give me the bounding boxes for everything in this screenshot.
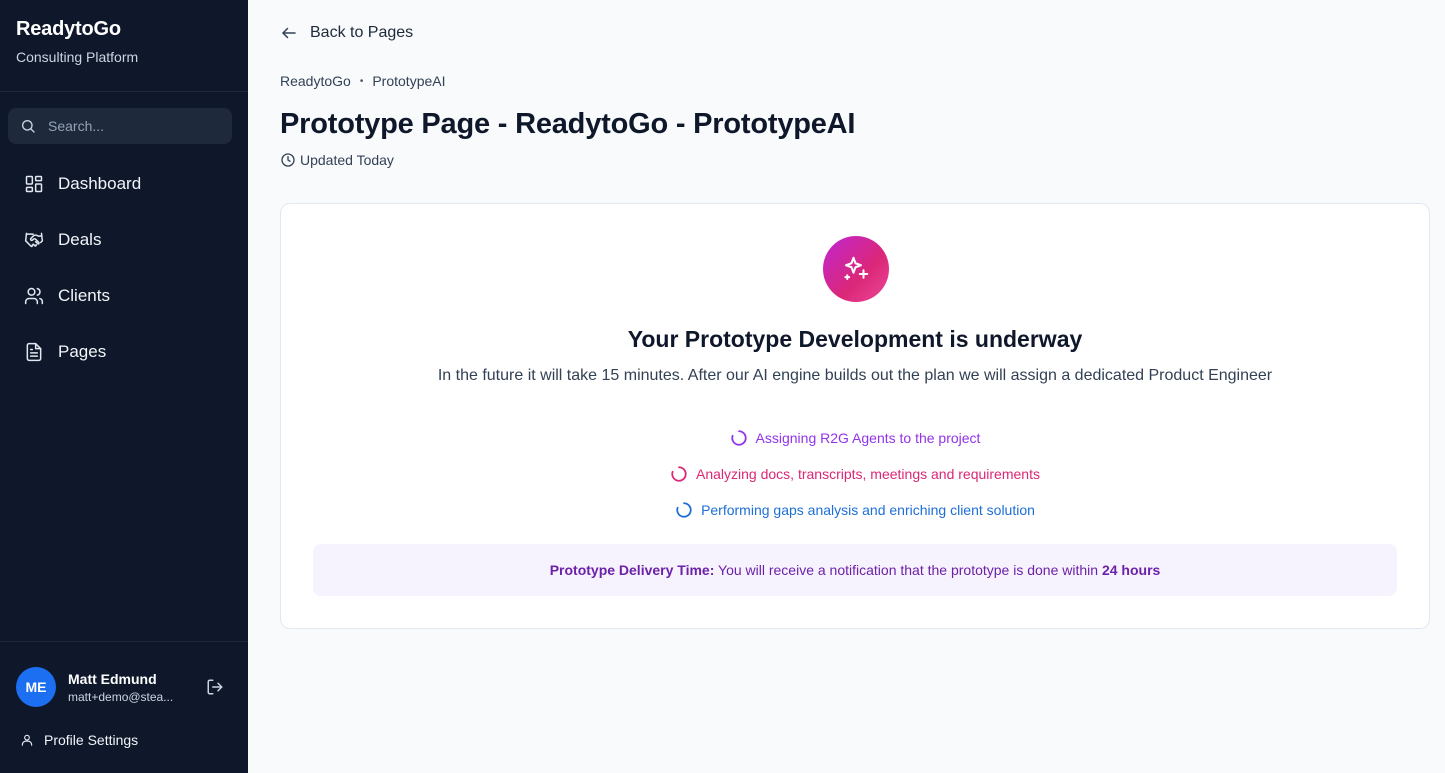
file-text-icon xyxy=(26,342,42,362)
brand: ReadytoGo Consulting Platform xyxy=(0,0,248,92)
prototype-status-card: Your Prototype Development is underway I… xyxy=(280,203,1430,629)
sidebar-item-label: Clients xyxy=(58,286,110,305)
search-input[interactable] xyxy=(48,118,218,134)
user-icon xyxy=(21,734,33,746)
spinner-icon xyxy=(730,430,747,446)
logout-button[interactable] xyxy=(206,678,224,701)
updated-status: Updated Today xyxy=(280,152,394,168)
sidebar-item-clients[interactable]: Clients xyxy=(8,272,240,320)
sidebar-nav: Dashboard Deals Clients Pages xyxy=(0,160,248,384)
search-icon xyxy=(22,120,35,133)
step-text: Performing gaps analysis and enriching c… xyxy=(701,502,1035,518)
delivery-time-banner: Prototype Delivery Time: You will receiv… xyxy=(313,544,1397,596)
handshake-icon xyxy=(24,232,44,248)
card-headline: Your Prototype Development is underway xyxy=(627,326,1083,352)
profile-settings-link[interactable]: Profile Settings xyxy=(20,732,138,748)
sidebar-item-dashboard[interactable]: Dashboard xyxy=(8,160,240,208)
sidebar-item-label: Dashboard xyxy=(58,174,142,193)
updated-label: Updated Today xyxy=(300,152,394,168)
progress-steps: Assigning R2G Agents to the project Anal… xyxy=(281,420,1429,528)
breadcrumb-item[interactable]: PrototypeAI xyxy=(372,73,445,89)
search-box[interactable] xyxy=(8,108,232,144)
delivery-text: You will receive a notification that the… xyxy=(714,562,1102,578)
back-to-pages-link[interactable]: Back to Pages xyxy=(280,24,413,42)
card-subtext: In the future it will take 15 minutes. A… xyxy=(437,367,1273,384)
sidebar-item-label: Pages xyxy=(58,342,107,361)
step-text: Analyzing docs, transcripts, meetings an… xyxy=(696,466,1040,482)
progress-step: Assigning R2G Agents to the project xyxy=(281,420,1429,456)
sparkles-icon xyxy=(844,256,869,280)
clock-icon xyxy=(281,153,295,167)
user-panel: ME Matt Edmund matt+demo@stea... Profile… xyxy=(0,641,248,773)
back-label: Back to Pages xyxy=(310,24,414,41)
breadcrumb-item[interactable]: ReadytoGo xyxy=(280,73,351,89)
avatar[interactable]: ME xyxy=(16,667,56,707)
sidebar-item-pages[interactable]: Pages xyxy=(8,328,240,376)
breadcrumb-separator: • xyxy=(359,75,364,87)
user-name: Matt Edmund xyxy=(68,671,157,687)
progress-step: Performing gaps analysis and enriching c… xyxy=(281,492,1429,528)
sidebar: ReadytoGo Consulting Platform Dashboard … xyxy=(0,0,248,773)
users-icon xyxy=(24,287,44,305)
delivery-label: Prototype Delivery Time: xyxy=(549,562,715,578)
progress-step: Analyzing docs, transcripts, meetings an… xyxy=(281,456,1429,492)
dashboard-icon xyxy=(25,175,43,193)
profile-settings-label: Profile Settings xyxy=(44,732,139,748)
user-email: matt+demo@stea... xyxy=(68,690,174,704)
sidebar-item-deals[interactable]: Deals xyxy=(8,216,240,264)
breadcrumb: ReadytoGo • PrototypeAI xyxy=(280,73,446,89)
brand-subtitle: Consulting Platform xyxy=(16,49,139,65)
spinner-icon xyxy=(676,502,692,518)
spinner-icon xyxy=(671,466,687,482)
brand-title: ReadytoGo xyxy=(16,18,121,40)
sidebar-item-label: Deals xyxy=(58,230,102,249)
sparkles-badge xyxy=(823,236,889,302)
page-title: Prototype Page - ReadytoGo - PrototypeAI xyxy=(280,108,856,140)
delivery-value: 24 hours xyxy=(1101,562,1161,578)
logout-icon xyxy=(207,679,223,695)
step-text: Assigning R2G Agents to the project xyxy=(755,430,981,446)
arrow-left-icon xyxy=(282,27,296,39)
